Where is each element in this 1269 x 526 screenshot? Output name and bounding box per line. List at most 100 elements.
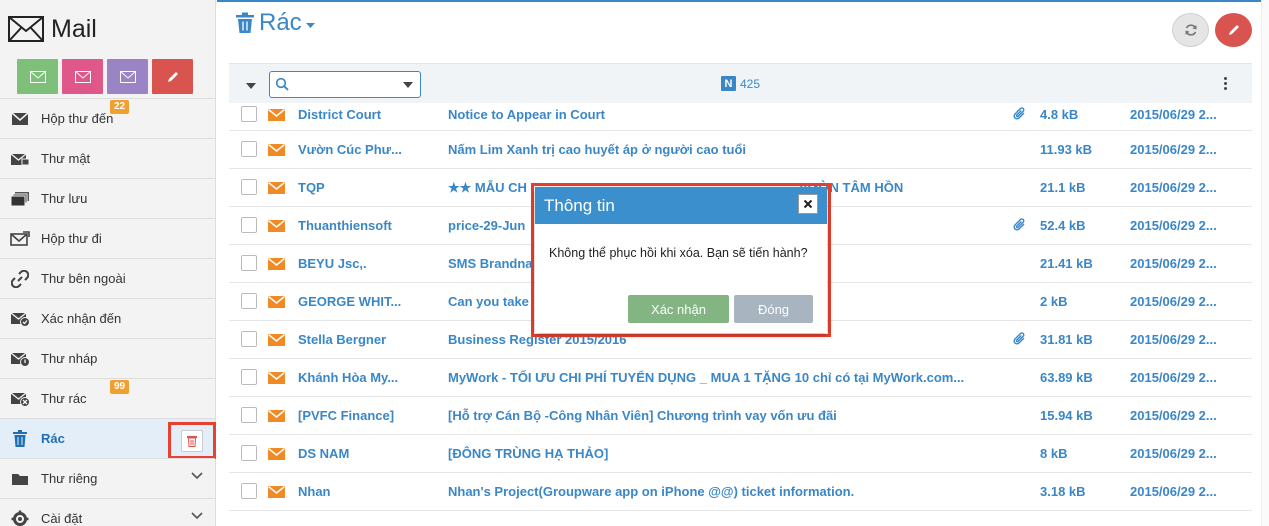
- row-checkbox[interactable]: [241, 179, 257, 195]
- sidebar-item-archive[interactable]: Thư lưu: [0, 178, 215, 218]
- confirm-dialog: Thông tin Không thể phục hồi khi xóa. Bạ…: [535, 187, 827, 333]
- sidebar-item-settings[interactable]: Cài đặt: [0, 498, 215, 526]
- search-box[interactable]: [269, 71, 421, 98]
- envelope-icon: [268, 108, 285, 124]
- message-size: 2 kB: [1040, 294, 1068, 309]
- table-row[interactable]: District Court Notice to Appear in Court 4…: [229, 97, 1252, 131]
- sidebar-item-drafts[interactable]: Thư nháp: [0, 338, 215, 378]
- quick-mail-pink-button[interactable]: [62, 59, 103, 94]
- row-checkbox[interactable]: [241, 369, 257, 385]
- sidebar-item-label: Thư riêng: [41, 471, 98, 486]
- message-sender[interactable]: Thuanthiensoft: [298, 218, 428, 233]
- pencil-icon: [167, 71, 178, 82]
- dialog-header: Thông tin: [535, 187, 827, 224]
- chevron-down-icon[interactable]: [191, 512, 203, 520]
- mail-count-value: 425: [740, 76, 761, 91]
- message-sender[interactable]: Nhan: [298, 484, 428, 499]
- table-row[interactable]: Khánh Hòa My... MyWork - TỐI ƯU CHI PHÍ T…: [229, 359, 1252, 397]
- message-subject[interactable]: [Hỗ trợ Cán Bộ -Công Nhân Viên] Chương t…: [448, 408, 1008, 423]
- quick-compose-button[interactable]: [152, 59, 193, 94]
- close-icon: [803, 199, 813, 209]
- sidebar-item-inbox[interactable]: Hộp thư đến 22: [0, 98, 215, 138]
- table-row[interactable]: Nhan Nhan's Project(Groupware app on iPho…: [229, 473, 1252, 511]
- row-checkbox[interactable]: [241, 445, 257, 461]
- envelope-icon: [268, 447, 285, 463]
- message-size: 8 kB: [1040, 446, 1068, 461]
- sidebar-item-label: Hộp thư đi: [41, 231, 102, 246]
- message-subject[interactable]: [ĐÔNG TRÙNG HẠ THẢO]: [448, 446, 1008, 461]
- message-subject[interactable]: Notice to Appear in Court: [448, 107, 1008, 122]
- close-button[interactable]: Đóng: [734, 295, 813, 323]
- message-sender[interactable]: BEYU Jsc,.: [298, 256, 428, 271]
- dialog-close-button[interactable]: [798, 194, 818, 214]
- row-checkbox[interactable]: [241, 331, 257, 347]
- caret-down-icon[interactable]: [403, 82, 413, 88]
- envelope-icon: [268, 181, 285, 197]
- quick-mail-green-button[interactable]: [17, 59, 58, 94]
- message-sender[interactable]: Vườn Cúc Phư...: [298, 142, 428, 157]
- sidebar-nav: Hộp thư đến 22 Thư mật Thư lưu Hộp thư đ…: [0, 98, 216, 526]
- confirm-mail-icon: [10, 310, 30, 328]
- spam-icon: [10, 390, 30, 408]
- message-subject[interactable]: Nhan's Project(Groupware app on iPhone @…: [448, 484, 1008, 499]
- sidebar-item-confirm[interactable]: Xác nhận đến: [0, 298, 215, 338]
- table-row[interactable]: DS NAM [ĐÔNG TRÙNG HẠ THẢO] 8 kB 2015/06/29…: [229, 435, 1252, 473]
- message-size: 3.18 kB: [1040, 484, 1086, 499]
- row-checkbox[interactable]: [241, 217, 257, 233]
- message-sender[interactable]: GEORGE WHIT...: [298, 294, 428, 309]
- message-sender[interactable]: DS NAM: [298, 446, 428, 461]
- more-options-icon[interactable]: [1224, 77, 1228, 90]
- sidebar-item-secret[interactable]: Thư mật: [0, 138, 215, 178]
- sidebar-item-spam[interactable]: Thư rác 99: [0, 378, 215, 418]
- folder-title[interactable]: Rác: [235, 9, 315, 37]
- message-date: 2015/06/29 2...: [1130, 218, 1217, 233]
- attachment-icon: [1013, 218, 1027, 235]
- empty-trash-button[interactable]: [181, 429, 203, 452]
- row-checkbox[interactable]: [241, 255, 257, 271]
- row-checkbox[interactable]: [241, 407, 257, 423]
- app-title: Mail: [51, 14, 97, 43]
- sidebar-item-outbox[interactable]: Hộp thư đi: [0, 218, 215, 258]
- sidebar-item-trash[interactable]: Rác: [0, 418, 216, 459]
- message-date: 2015/06/29 2...: [1130, 332, 1217, 347]
- brand[interactable]: Mail: [8, 12, 97, 46]
- confirm-button[interactable]: Xác nhận: [628, 295, 729, 323]
- row-checkbox[interactable]: [241, 293, 257, 309]
- message-sender[interactable]: District Court: [298, 107, 428, 122]
- mail-count: N 425: [721, 76, 760, 91]
- select-all-dropdown-icon[interactable]: [246, 83, 256, 89]
- chevron-down-icon[interactable]: [191, 472, 203, 480]
- sidebar-item-label: Hộp thư đến: [41, 111, 114, 126]
- message-date: 2015/06/29 2...: [1130, 370, 1217, 385]
- message-subject[interactable]: MyWork - TỐI ƯU CHI PHÍ TUYỂN DỤNG _ MUA…: [448, 370, 1008, 385]
- row-checkbox[interactable]: [241, 483, 257, 499]
- search-input[interactable]: [292, 75, 392, 94]
- outbox-icon: [10, 230, 30, 248]
- message-date: 2015/06/29 2...: [1130, 446, 1217, 461]
- row-checkbox[interactable]: [241, 141, 257, 157]
- table-row[interactable]: [PVFC Finance] [Hỗ trợ Cán Bộ -Công Nhân …: [229, 397, 1252, 435]
- sidebar-item-label: Thư nháp: [41, 351, 98, 366]
- refresh-icon: [1185, 24, 1196, 36]
- scrollbar[interactable]: [1261, 0, 1269, 526]
- message-sender[interactable]: TQP: [298, 180, 428, 195]
- message-sender[interactable]: Khánh Hòa My...: [298, 370, 428, 385]
- empty-trash-highlight: [168, 422, 216, 459]
- sidebar-item-external[interactable]: Thư bên ngoài: [0, 258, 215, 298]
- refresh-button[interactable]: [1172, 13, 1209, 47]
- message-sender[interactable]: [PVFC Finance]: [298, 408, 428, 423]
- secret-mail-icon: [10, 150, 30, 168]
- sidebar-item-label: Thư lưu: [41, 191, 88, 206]
- sidebar-item-private[interactable]: Thư riêng: [0, 458, 215, 498]
- gear-icon: [10, 510, 30, 526]
- quick-mail-purple-button[interactable]: [107, 59, 148, 94]
- message-subject[interactable]: Nấm Lim Xanh trị cao huyết áp ở người ca…: [448, 142, 1008, 157]
- attachment-icon: [1013, 107, 1027, 124]
- message-sender[interactable]: Stella Bergner: [298, 332, 428, 347]
- compose-button[interactable]: [1215, 13, 1252, 47]
- message-date: 2015/06/29 2...: [1130, 408, 1217, 423]
- dialog-title: Thông tin: [544, 195, 615, 215]
- table-row[interactable]: Vườn Cúc Phư... Nấm Lim Xanh trị cao huyế…: [229, 131, 1252, 169]
- row-checkbox[interactable]: [241, 106, 257, 122]
- draft-icon: [10, 350, 30, 368]
